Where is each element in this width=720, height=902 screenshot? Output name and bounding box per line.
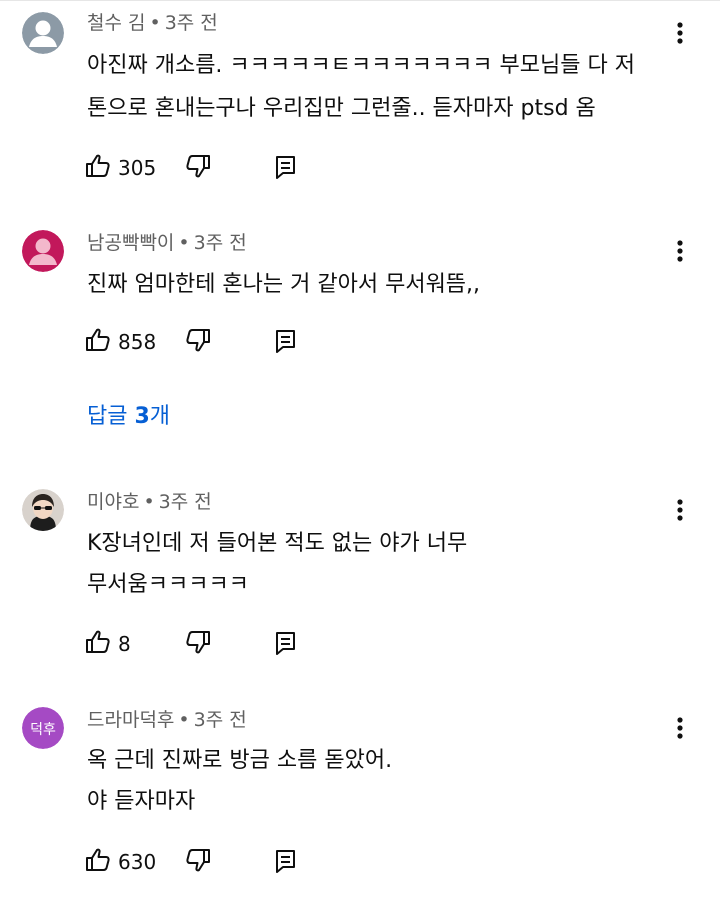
comment-actions: 630 [84, 846, 324, 878]
replies-count: 3 [134, 404, 150, 429]
like-count: 8 [118, 632, 131, 656]
more-vertical-icon[interactable] [664, 494, 696, 526]
comment-thread: 덕후 드라마덕후 • 3주 전 옥 근데 진짜로 방금 소름 돋았어. 야 듣자마자 [0, 680, 720, 902]
comment-time[interactable]: 3주 전 [194, 709, 247, 731]
like-button[interactable]: 630 [84, 846, 156, 878]
meta-separator: • [143, 491, 155, 513]
more-vertical-icon[interactable] [664, 712, 696, 744]
comment-meta: 미야호 • 3주 전 [87, 490, 212, 514]
avatar[interactable]: 덕후 [22, 707, 64, 749]
like-button[interactable]: 858 [84, 326, 156, 358]
avatar-initials: 덕후 [30, 722, 56, 738]
comment-thread: 남공빡빡이 • 3주 전 진짜 엄마한테 혼나는 거 같아서 무서워뜸,, 858 [0, 200, 720, 460]
comment-actions: 858 [84, 326, 324, 358]
reply-button[interactable] [273, 846, 303, 878]
reply-icon [273, 330, 299, 360]
dislike-button[interactable] [184, 628, 214, 660]
like-count: 305 [118, 156, 157, 180]
reply-icon [273, 156, 299, 186]
like-button[interactable]: 305 [84, 152, 156, 184]
comment-thread: 미야호 • 3주 전 K장녀인데 저 들어본 적도 없는 야가 너무 무서움ㅋㅋㅋㅋ… [0, 460, 720, 680]
avatar[interactable] [22, 489, 64, 531]
comment-text-line: K장녀인데 저 들어본 적도 없는 야가 너무 [87, 531, 468, 556]
comment-text-line: 톤으로 혼내는구나 우리집만 그런줄.. 듣자마자 ptsd 옴 [87, 96, 596, 121]
comments-panel: 철수 김 • 3주 전 아진짜 개소름. ㅋㅋㅋㅋㅋㅌㅋㅋㅋㅋㅋㅋㅋ 부모님들 다 … [0, 0, 720, 902]
thumb-down-icon [184, 631, 212, 662]
comment-time[interactable]: 3주 전 [159, 491, 212, 513]
thumb-up-icon [84, 152, 112, 184]
more-vertical-icon[interactable] [664, 17, 696, 49]
author-name[interactable]: 남공빡빡이 [87, 232, 174, 254]
dislike-button[interactable] [184, 326, 214, 358]
like-count: 858 [118, 330, 157, 354]
meta-separator: • [178, 232, 190, 254]
comment-text-line: 무서움ㅋㅋㅋㅋㅋ [87, 572, 249, 597]
avatar[interactable] [22, 230, 64, 272]
reply-button[interactable] [273, 152, 303, 184]
thumb-down-icon [184, 329, 212, 360]
author-name[interactable]: 미야호 [87, 491, 139, 513]
thumb-up-icon [84, 846, 112, 878]
replies-prefix: 답글 [87, 404, 135, 429]
comment-thread: 철수 김 • 3주 전 아진짜 개소름. ㅋㅋㅋㅋㅋㅌㅋㅋㅋㅋㅋㅋㅋ 부모님들 다 … [0, 0, 720, 200]
reply-button[interactable] [273, 326, 303, 358]
comment-meta: 철수 김 • 3주 전 [87, 11, 218, 35]
thumb-up-icon [84, 326, 112, 358]
dislike-button[interactable] [184, 152, 214, 184]
like-count: 630 [118, 850, 157, 874]
author-name[interactable]: 철수 김 [87, 12, 145, 34]
avatar[interactable] [22, 12, 64, 54]
comment-text-line: 아진짜 개소름. ㅋㅋㅋㅋㅋㅌㅋㅋㅋㅋㅋㅋㅋ 부모님들 다 저 [87, 53, 635, 78]
author-name[interactable]: 드라마덕후 [87, 709, 174, 731]
thumb-down-icon [184, 155, 212, 186]
comment-meta: 드라마덕후 • 3주 전 [87, 708, 247, 732]
view-replies-button[interactable]: 답글 3개 [87, 403, 170, 431]
comment-time[interactable]: 3주 전 [165, 12, 218, 34]
comment-text-line: 옥 근데 진짜로 방금 소름 돋았어. [87, 748, 393, 773]
comment-text-line: 진짜 엄마한테 혼나는 거 같아서 무서워뜸,, [87, 272, 481, 297]
reply-icon [273, 632, 299, 662]
comment-actions: 8 [84, 628, 324, 660]
comment-meta: 남공빡빡이 • 3주 전 [87, 231, 247, 255]
comment-time[interactable]: 3주 전 [194, 232, 247, 254]
like-button[interactable]: 8 [84, 628, 131, 660]
more-vertical-icon[interactable] [664, 235, 696, 267]
reply-button[interactable] [273, 628, 303, 660]
thumb-down-icon [184, 849, 212, 880]
dislike-button[interactable] [184, 846, 214, 878]
comment-actions: 305 [84, 152, 324, 184]
reply-icon [273, 850, 299, 880]
replies-suffix: 개 [149, 404, 171, 429]
comment-text-line: 야 듣자마자 [87, 789, 196, 814]
meta-separator: • [149, 12, 161, 34]
meta-separator: • [178, 709, 190, 731]
thumb-up-icon [84, 628, 112, 660]
